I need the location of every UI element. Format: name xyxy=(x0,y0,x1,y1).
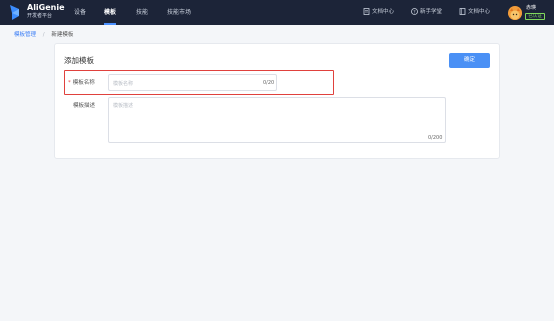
help-circle-icon: ? xyxy=(411,8,418,15)
template-description-placeholder: 模板描述 xyxy=(113,103,134,109)
doc-center-link-2[interactable]: 文档中心 xyxy=(459,0,490,25)
template-name-input[interactable]: 模板名称 0/20 xyxy=(108,74,277,91)
beginner-school-label: 新手学堂 xyxy=(420,9,443,15)
nav-item-devices[interactable]: 设备 xyxy=(74,0,86,25)
verified-badge: 已认证 xyxy=(525,13,545,20)
template-name-placeholder: 模板名称 xyxy=(113,81,134,87)
nav-item-templates-label: 模板 xyxy=(104,9,117,16)
active-nav-indicator xyxy=(104,23,117,25)
brand[interactable]: AliGenie 开发者平台 xyxy=(27,4,65,19)
required-mark: * xyxy=(68,80,71,86)
user-name[interactable]: 赤瑛 xyxy=(526,4,536,11)
doc-icon xyxy=(363,8,370,15)
avatar-face-icon xyxy=(508,7,522,20)
top-nav-bar: AliGenie 开发者平台 设备 模板 技能 技能市场 文档中心 ? 新手学堂… xyxy=(0,0,554,25)
aligenie-logo-icon[interactable] xyxy=(8,4,22,21)
breadcrumb-template-management[interactable]: 模板管理 xyxy=(14,32,36,38)
add-template-card: 添加模板 确定 * 模板名称 模板名称 0/20 模板描述 模板描述 0/200 xyxy=(54,43,500,159)
template-description-counter: 0/200 xyxy=(428,135,443,141)
confirm-button[interactable]: 确定 xyxy=(449,53,490,68)
template-description-textarea[interactable]: 模板描述 0/200 xyxy=(108,97,446,143)
nav-item-skill-market[interactable]: 技能市场 xyxy=(167,0,191,25)
doc-center-link[interactable]: 文档中心 xyxy=(363,0,394,25)
breadcrumb-current: 新建模板 xyxy=(51,32,74,38)
doc-center-2-label: 文档中心 xyxy=(468,9,491,15)
template-name-counter: 0/20 xyxy=(263,80,275,86)
user-avatar[interactable] xyxy=(508,6,522,20)
nav-item-templates[interactable]: 模板 xyxy=(104,0,117,25)
card-title: 添加模板 xyxy=(64,56,94,65)
template-name-label-text: 模板名称 xyxy=(72,80,95,86)
beginner-school-link[interactable]: ? 新手学堂 xyxy=(411,0,442,25)
doc-center-label: 文档中心 xyxy=(372,9,395,15)
brand-name: AliGenie xyxy=(27,3,65,12)
breadcrumb-separator: / xyxy=(42,32,45,38)
nav-item-skills[interactable]: 技能 xyxy=(136,0,148,25)
template-name-label: * 模板名称 xyxy=(68,78,95,86)
breadcrumb: 模板管理 / 新建模板 xyxy=(14,30,73,38)
brand-subtitle: 开发者平台 xyxy=(27,13,53,19)
book-icon xyxy=(459,8,466,15)
template-description-label: 模板描述 xyxy=(73,103,96,109)
